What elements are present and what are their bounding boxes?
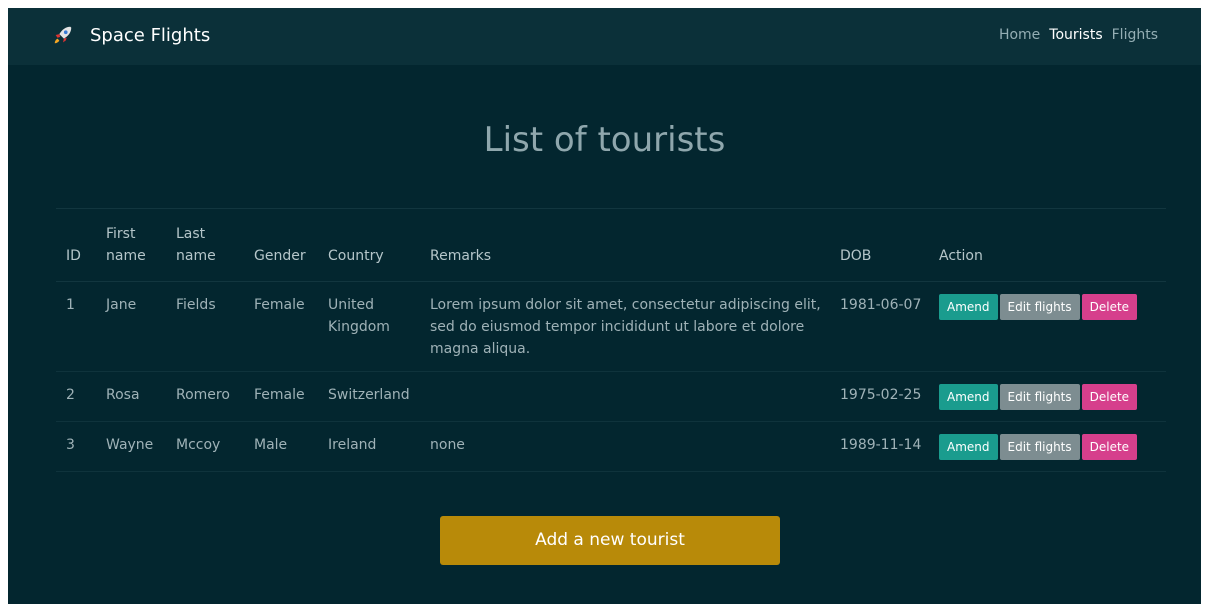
header-last-name: Last name <box>166 209 244 282</box>
cell-dob: 1989-11-14 <box>830 421 929 472</box>
cell-actions: Amend Edit flights Delete <box>929 281 1166 372</box>
cell-last-name: Romero <box>166 371 244 422</box>
app-frame: Space Flights Home Tourists Flights List… <box>8 8 1201 604</box>
cell-country: Switzerland <box>318 371 420 422</box>
table-header-row: ID First name Last name Gender Country R… <box>56 209 1166 282</box>
delete-button[interactable]: Delete <box>1081 434 1138 460</box>
top-strip <box>0 0 1209 8</box>
edit-flights-button[interactable]: Edit flights <box>999 384 1080 410</box>
page-title: List of tourists <box>483 120 726 160</box>
delete-button[interactable]: Delete <box>1081 384 1138 410</box>
cell-last-name: Mccoy <box>166 421 244 472</box>
cell-gender: Female <box>244 281 318 372</box>
cell-gender: Male <box>244 421 318 472</box>
cell-dob: 1975-02-25 <box>830 371 929 422</box>
brand-name: Space Flights <box>90 24 211 46</box>
cell-first-name: Rosa <box>96 371 166 422</box>
edit-flights-button[interactable]: Edit flights <box>999 434 1080 460</box>
cell-country: United Kingdom <box>318 281 420 372</box>
rocket-icon <box>54 26 72 44</box>
cell-actions: Amend Edit flights Delete <box>929 371 1166 422</box>
table-row: 1 Jane Fields Female United Kingdom Lore… <box>56 281 1166 372</box>
amend-button[interactable]: Amend <box>939 294 998 320</box>
cell-first-name: Jane <box>96 281 166 372</box>
nav-home[interactable]: Home <box>999 27 1040 43</box>
header-country: Country <box>318 209 420 282</box>
header-remarks: Remarks <box>420 209 830 282</box>
cell-remarks: none <box>420 421 830 472</box>
brand[interactable]: Space Flights <box>52 24 210 46</box>
cell-actions: Amend Edit flights Delete <box>929 421 1166 472</box>
add-tourist-button[interactable]: Add a new tourist <box>440 516 780 565</box>
tourists-table: ID First name Last name Gender Country R… <box>56 209 1166 472</box>
table-row: 3 Wayne Mccoy Male Ireland none 1989-11-… <box>56 421 1166 472</box>
cell-id: 3 <box>56 421 96 472</box>
cell-remarks: Lorem ipsum dolor sit amet, consectetur … <box>420 281 830 372</box>
header-action: Action <box>929 209 1166 282</box>
cell-last-name: Fields <box>166 281 244 372</box>
edit-flights-button[interactable]: Edit flights <box>999 294 1080 320</box>
header-dob: DOB <box>830 209 929 282</box>
nav-flights[interactable]: Flights <box>1112 27 1158 43</box>
cell-id: 1 <box>56 281 96 372</box>
nav-links: Home Tourists Flights <box>999 27 1158 43</box>
amend-button[interactable]: Amend <box>939 434 998 460</box>
header-gender: Gender <box>244 209 318 282</box>
tourists-table-wrap: ID First name Last name Gender Country R… <box>56 208 1166 472</box>
nav-tourists[interactable]: Tourists <box>1049 27 1102 43</box>
cell-first-name: Wayne <box>96 421 166 472</box>
header-first-name: First name <box>96 209 166 282</box>
cell-remarks <box>420 371 830 422</box>
cell-id: 2 <box>56 371 96 422</box>
cell-gender: Female <box>244 371 318 422</box>
amend-button[interactable]: Amend <box>939 384 998 410</box>
header-id: ID <box>56 209 96 282</box>
cell-dob: 1981-06-07 <box>830 281 929 372</box>
navbar: Space Flights Home Tourists Flights <box>8 8 1201 65</box>
cell-country: Ireland <box>318 421 420 472</box>
table-row: 2 Rosa Romero Female Switzerland 1975-02… <box>56 371 1166 422</box>
delete-button[interactable]: Delete <box>1081 294 1138 320</box>
